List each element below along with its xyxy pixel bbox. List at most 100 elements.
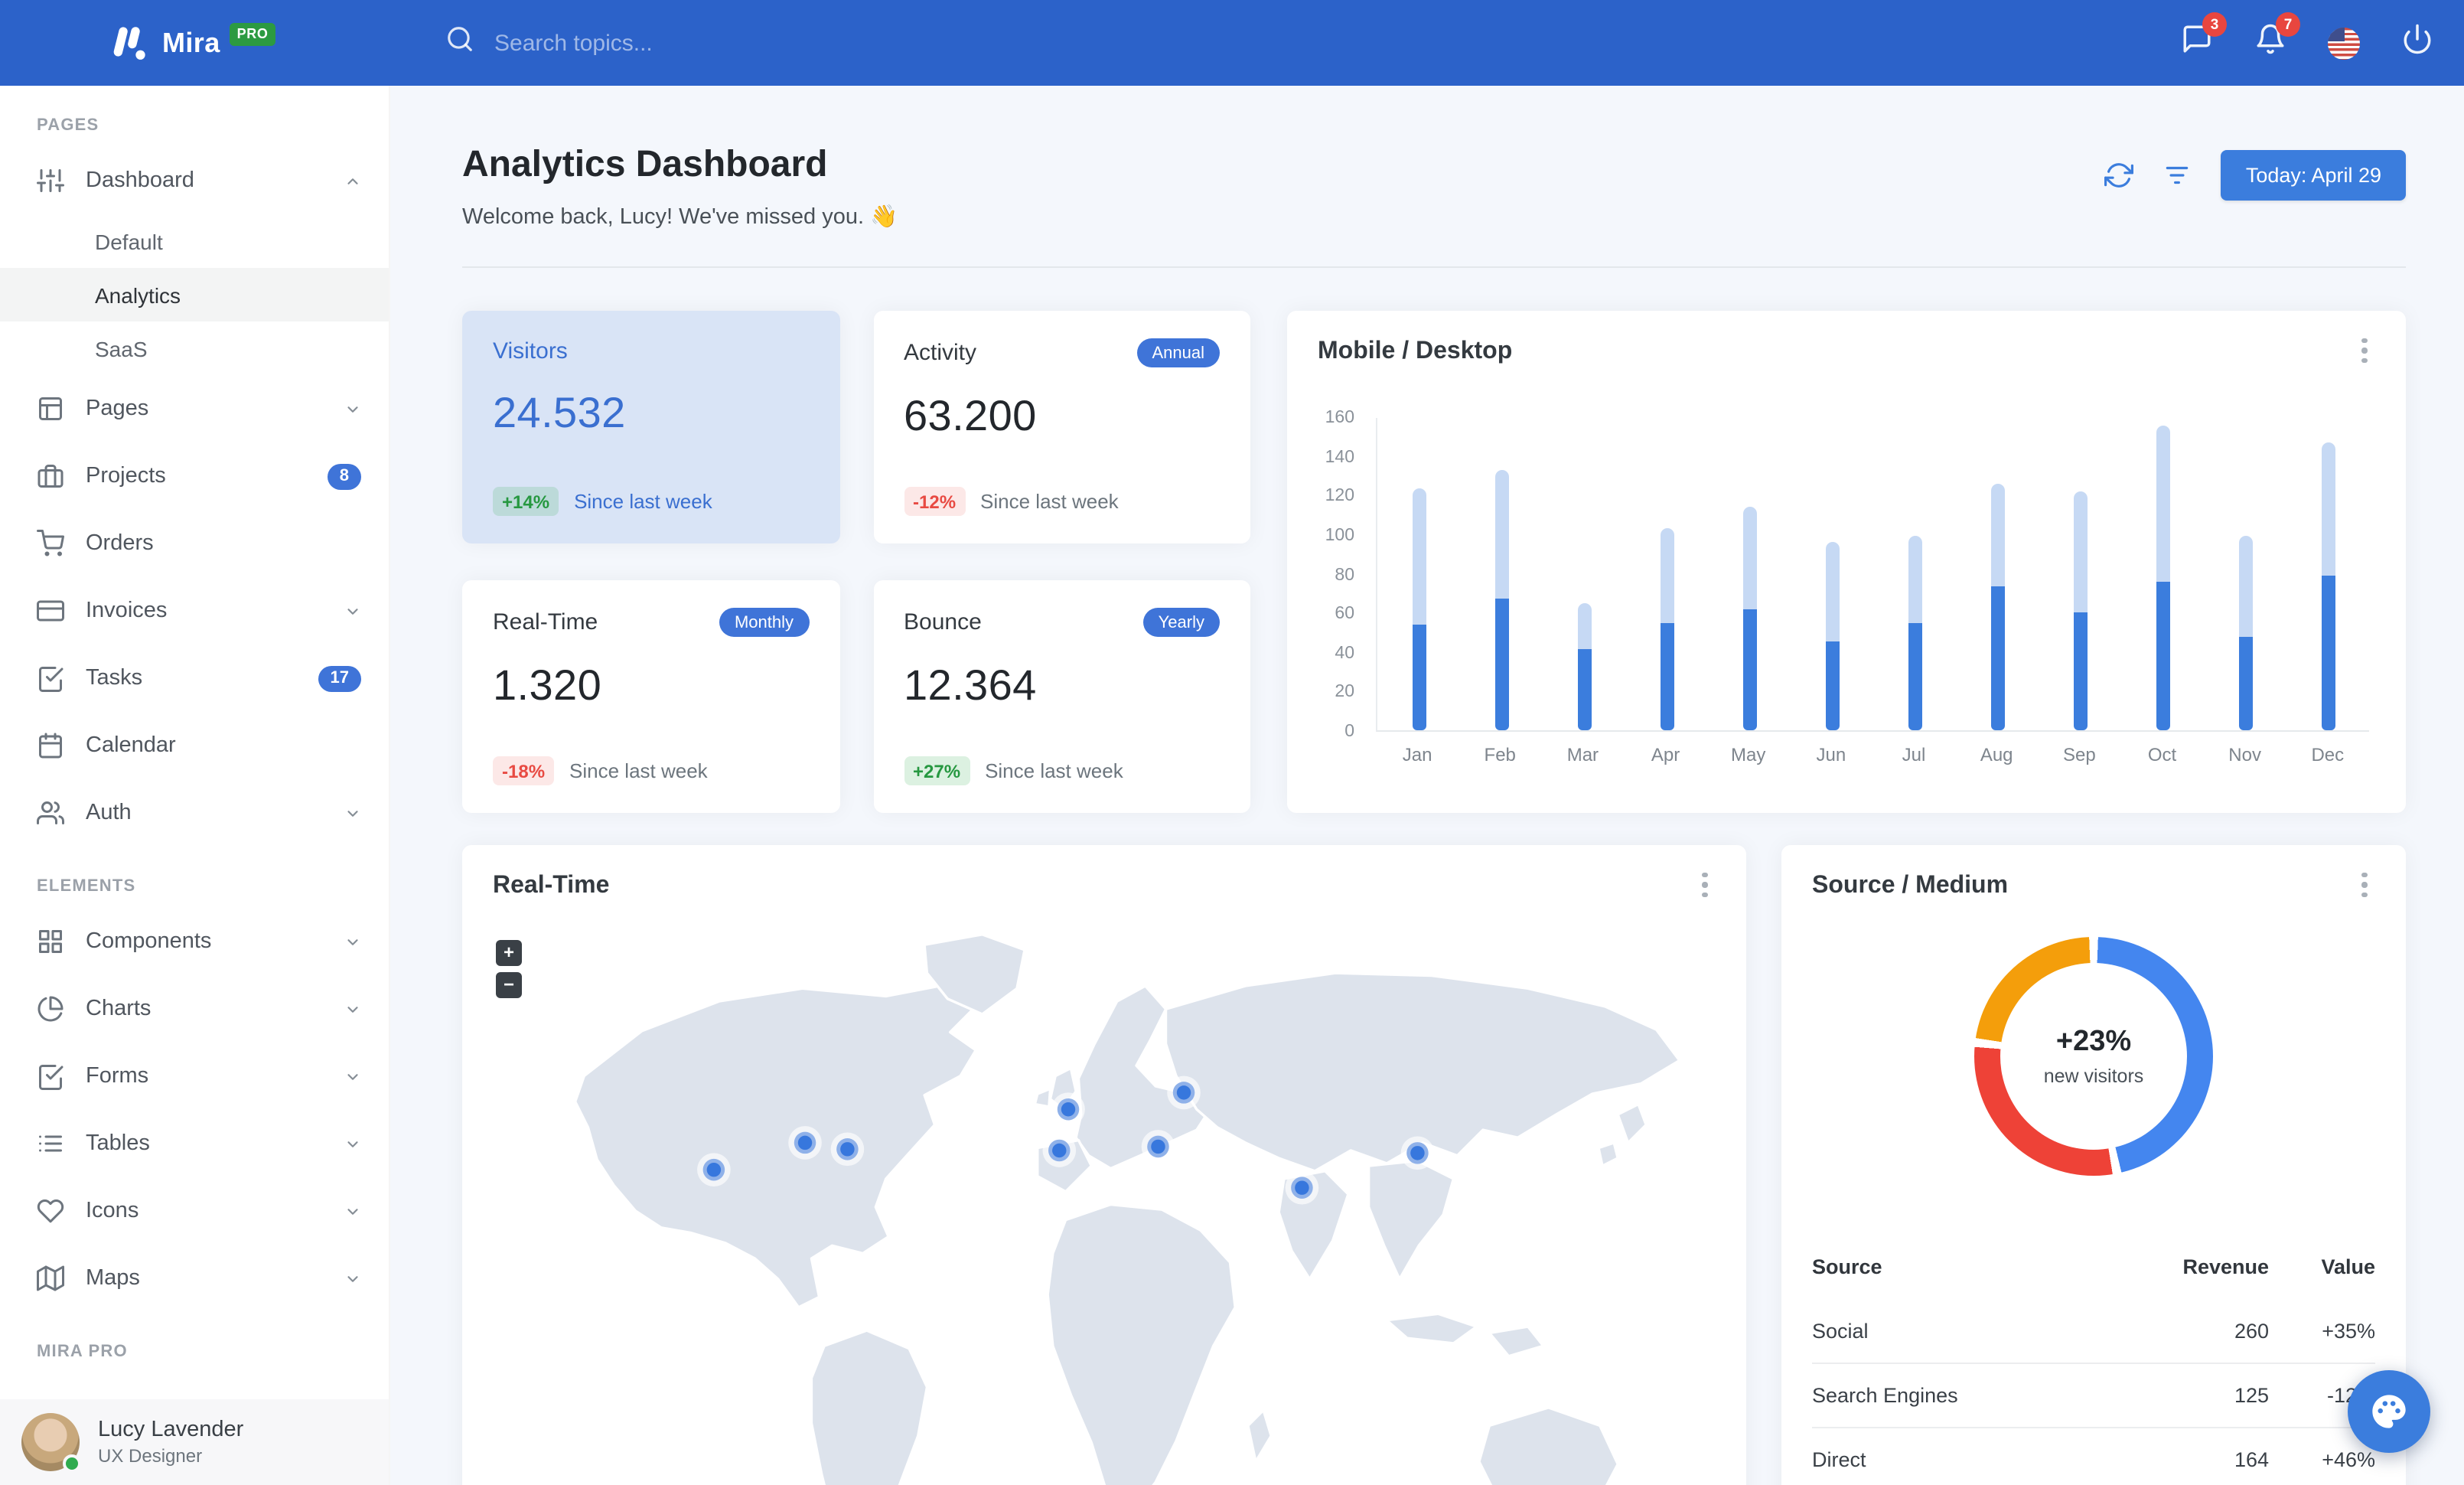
- bottom-row: Real-Time + − Source / Medium +23% new v…: [462, 845, 2406, 1485]
- panel-menu-kebab-icon[interactable]: [2351, 870, 2378, 900]
- sidebar-item-charts[interactable]: Charts: [0, 975, 389, 1043]
- sidebar-item-saas[interactable]: SaaS: [0, 321, 389, 375]
- grid-icon: [37, 928, 64, 955]
- x-tick-label: Jun: [1816, 744, 1846, 765]
- period-badge[interactable]: Annual: [1136, 338, 1220, 367]
- map-zoom-out-button[interactable]: −: [496, 972, 522, 998]
- sidebar-item-components[interactable]: Components: [0, 908, 389, 975]
- x-tick-label: Aug: [1980, 744, 2013, 765]
- map-visitor-marker[interactable]: [1400, 1136, 1435, 1170]
- credit-card-icon: [37, 597, 64, 625]
- notifications-badge: 7: [2276, 12, 2300, 37]
- world-map[interactable]: + −: [462, 922, 1746, 1485]
- source-cell: Social: [1812, 1320, 1869, 1343]
- language-flag-us[interactable]: [2328, 27, 2360, 59]
- notifications-button[interactable]: 7: [2254, 12, 2300, 63]
- mobile-desktop-panel: Mobile / Desktop 0 20 40 60 80 100 120 140 160 J…: [1287, 311, 2406, 813]
- sidebar-item-analytics[interactable]: Analytics: [0, 268, 389, 321]
- sidebar: PAGES Dashboard Default Analytics SaaS Pages P…: [0, 86, 390, 1485]
- sidebar-item-icons[interactable]: Icons: [0, 1177, 389, 1245]
- sidebar-item-auth[interactable]: Auth: [0, 779, 389, 847]
- app: Mira PRO 3 7 PAGES Dashboard Default Analyt…: [0, 0, 2464, 1485]
- panel-menu-kebab-icon[interactable]: [1691, 870, 1719, 900]
- sidebar-item-pages[interactable]: Pages: [0, 375, 389, 442]
- user-role: UX Designer: [98, 1445, 203, 1467]
- stat-title: Activity: [904, 340, 977, 366]
- sidebar-item-forms[interactable]: Forms: [0, 1043, 389, 1110]
- table-column-header: Revenue: [2182, 1255, 2270, 1278]
- sidebar-item-dashboard[interactable]: Dashboard: [0, 147, 389, 214]
- map-visitor-marker[interactable]: [1167, 1075, 1201, 1110]
- stat-card-real-time: Real-Time Monthly 1.320 -18% Since last week: [462, 580, 839, 813]
- page-header: Analytics Dashboard Welcome back, Lucy! …: [462, 144, 2406, 230]
- realtime-map-panel: Real-Time + −: [462, 845, 1746, 1485]
- sidebar-item-label: Forms: [86, 1064, 149, 1088]
- brand[interactable]: Mira PRO: [0, 22, 390, 63]
- map-visitor-marker[interactable]: [830, 1132, 865, 1167]
- header-actions: Today: April 29: [2104, 150, 2406, 201]
- sidebar-item-label: Auth: [86, 801, 132, 825]
- main-content: Analytics Dashboard Welcome back, Lucy! …: [390, 86, 2464, 1485]
- avatar: [21, 1413, 81, 1473]
- x-tick-label: Jul: [1902, 744, 1926, 765]
- map-visitor-marker[interactable]: [1051, 1092, 1085, 1127]
- sidebar-item-label: Tasks: [86, 666, 143, 690]
- table-column-header: Value: [2321, 1255, 2375, 1278]
- refresh-button[interactable]: [2104, 161, 2134, 190]
- users-icon: [37, 799, 64, 827]
- table-row: Search Engines125-12%: [1812, 1363, 2375, 1428]
- today-date-button[interactable]: Today: April 29: [2221, 150, 2406, 201]
- bar-jul: [1873, 418, 1956, 730]
- x-axis-labels: Jan Feb Mar Apr May Jun Jul Aug Sep Oct Nov Dec: [1376, 744, 2369, 765]
- delta-badge: +14%: [493, 487, 559, 516]
- messages-button[interactable]: 3: [2181, 12, 2227, 63]
- sidebar-item-default[interactable]: Default: [0, 214, 389, 268]
- header-divider: [462, 266, 2406, 268]
- sidebar-item-label: Icons: [86, 1199, 139, 1223]
- sidebar-item-maps[interactable]: Maps: [0, 1245, 389, 1312]
- map-zoom-controls: + −: [496, 940, 522, 998]
- sidebar-item-invoices[interactable]: Invoices: [0, 577, 389, 645]
- check-square-icon: [37, 664, 64, 692]
- sidebar-item-orders[interactable]: Orders: [0, 510, 389, 577]
- map-visitor-marker[interactable]: [1042, 1134, 1077, 1167]
- revenue-cell: 164: [2099, 1427, 2270, 1485]
- sidebar-item-projects[interactable]: Projects 8: [0, 442, 389, 510]
- period-badge[interactable]: Monthly: [719, 608, 809, 637]
- panel-menu-kebab-icon[interactable]: [2351, 335, 2378, 366]
- chevron-up-icon: [344, 172, 361, 189]
- chevron-down-icon: [344, 1135, 361, 1152]
- sidebar-item-label: Tables: [86, 1131, 150, 1156]
- sidebar-item-tables[interactable]: Tables: [0, 1110, 389, 1177]
- delta-badge: -12%: [904, 487, 966, 516]
- brand-name: Mira: [162, 27, 220, 57]
- map-visitor-marker[interactable]: [1141, 1130, 1175, 1164]
- map-visitor-marker[interactable]: [697, 1153, 731, 1187]
- bar-sep: [2039, 418, 2121, 730]
- bar-jun: [1791, 418, 1873, 730]
- sidebar-item-label: Maps: [86, 1266, 140, 1291]
- user-name: Lucy Lavender: [98, 1418, 244, 1442]
- map-visitor-marker[interactable]: [1285, 1170, 1319, 1205]
- mobile-desktop-bar-chart: 0 20 40 60 80 100 120 140 160 Jan Feb Mar Apr May Jun…: [1318, 409, 2375, 785]
- sign-out-button[interactable]: [2401, 23, 2433, 63]
- count-badge: 8: [327, 463, 361, 489]
- sidebar-item-calendar[interactable]: Calendar: [0, 712, 389, 779]
- filter-button[interactable]: [2163, 161, 2192, 190]
- period-badge[interactable]: Yearly: [1142, 608, 1220, 637]
- online-status-dot: [63, 1454, 81, 1473]
- top-row: Visitors 24.532 +14% Since last week Activit…: [462, 311, 2406, 813]
- x-tick-label: Jan: [1402, 744, 1432, 765]
- search-input[interactable]: [494, 30, 831, 56]
- map-zoom-in-button[interactable]: +: [496, 940, 522, 966]
- user-footer[interactable]: Lucy Lavender UX Designer: [0, 1399, 389, 1485]
- theme-settings-fab[interactable]: [2348, 1370, 2430, 1453]
- donut-center-label: +23% new visitors: [1974, 937, 2213, 1176]
- panel-title: Source / Medium: [1812, 873, 2009, 899]
- sidebar-item-label: SaaS: [95, 336, 148, 361]
- sidebar-item-tasks[interactable]: Tasks 17: [0, 645, 389, 712]
- map-visitor-marker[interactable]: [788, 1126, 822, 1160]
- pie-chart-icon: [37, 995, 64, 1023]
- bar-oct: [2121, 418, 2204, 730]
- donut-chart-wrap: +23% new visitors: [1812, 937, 2375, 1176]
